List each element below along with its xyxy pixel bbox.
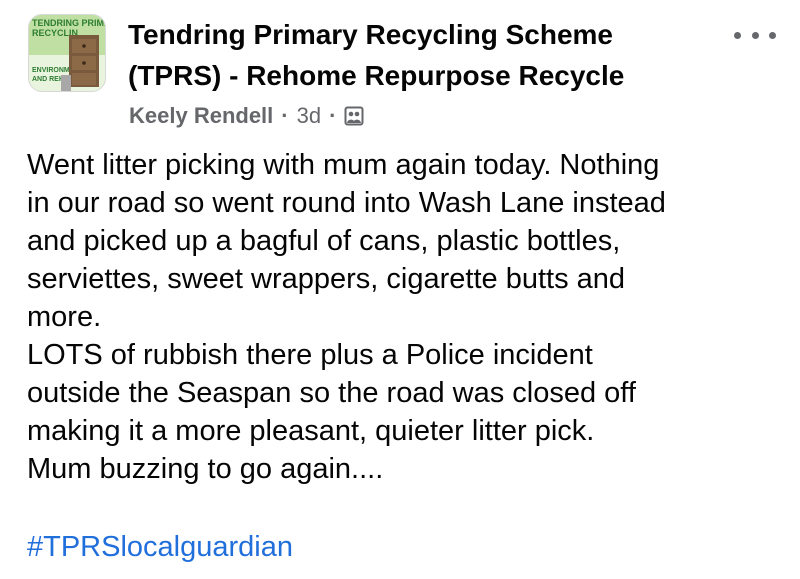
post-age[interactable]: 3d [297,103,321,129]
more-options-icon-dot [769,31,776,39]
more-options-button[interactable] [732,20,778,50]
post-line: and picked up a bagful of cans, plastic … [27,225,621,257]
post-line: serviettes, sweet wrappers, cigarette bu… [27,263,626,295]
more-options-icon-dot [734,31,741,39]
group-members-icon [344,106,364,126]
post-line: Mum buzzing to go again.... [27,453,384,485]
meta-separator: · [281,103,289,128]
post-meta: Keely Rendell · 3d · [129,101,364,131]
post-line: LOTS of rubbish there plus a Police inci… [27,339,593,371]
logo-text-top-1: TENDRING PRIMARY [32,18,106,28]
post-line: in our road so went round into Wash Lane… [27,187,666,219]
post-line: outside the Seaspan so the road was clos… [27,377,636,409]
post-line: Went litter picking with mum again today… [27,149,660,181]
group-name-line-1[interactable]: Tendring Primary Recycling Scheme [128,14,718,55]
logo-text-bottom-1: ENVIRONM [32,67,70,74]
group-avatar[interactable]: TENDRING PRIMARY RECYCLIN ENVIRONM AND R… [28,14,106,92]
group-logo-image: TENDRING PRIMARY RECYCLIN ENVIRONM AND R… [29,15,106,91]
post-line: more. [27,301,102,333]
group-name-line-2[interactable]: (TPRS) - Rehome Repurpose Recycle [128,55,718,96]
hashtag-link[interactable]: #TPRSlocalguardian [27,528,293,566]
post-body: Went litter picking with mum again today… [27,146,787,488]
post-card: TENDRING PRIMARY RECYCLIN ENVIRONM AND R… [0,0,800,579]
meta-separator: · [329,103,337,128]
author-name[interactable]: Keely Rendell [129,103,273,129]
group-name[interactable]: Tendring Primary Recycling Scheme (TPRS)… [128,14,718,96]
post-line: making it a more pleasant, quieter litte… [27,415,595,447]
more-options-icon-dot [751,31,759,39]
